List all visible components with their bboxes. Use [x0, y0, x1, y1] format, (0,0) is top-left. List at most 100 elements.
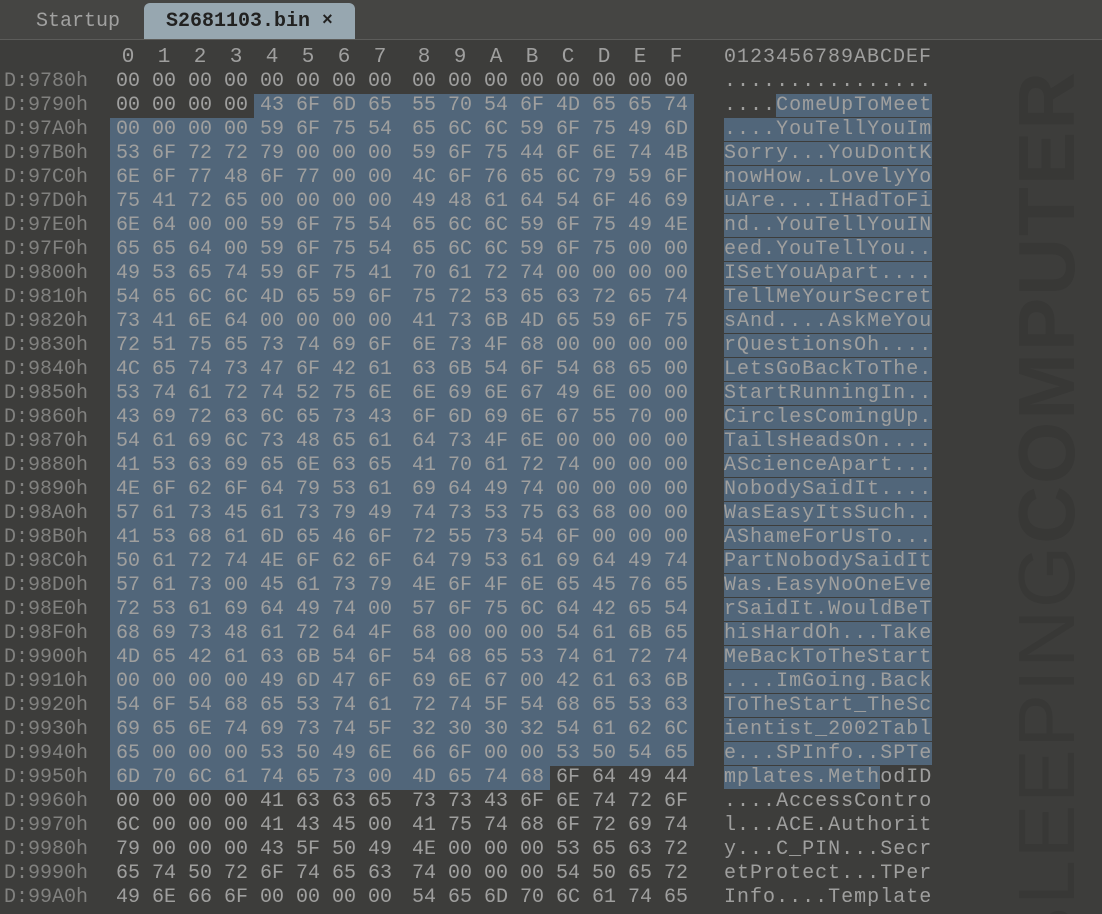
hex-byte[interactable]: 6F	[146, 694, 182, 718]
hex-row[interactable]: D:9830h725175657374696F6E734F6800000000r…	[0, 334, 1102, 358]
hex-byte[interactable]: 6E	[182, 718, 218, 742]
hex-byte[interactable]: 75	[478, 142, 514, 166]
hex-byte[interactable]: 6F	[658, 790, 694, 814]
hex-byte[interactable]: 42	[326, 358, 362, 382]
hex-byte[interactable]: 79	[290, 478, 326, 502]
hex-byte[interactable]: 69	[254, 718, 290, 742]
hex-byte[interactable]: 49	[110, 262, 146, 286]
hex-byte[interactable]: 6D	[254, 526, 290, 550]
hex-byte[interactable]: 6B	[658, 670, 694, 694]
hex-byte[interactable]: 48	[290, 430, 326, 454]
hex-byte[interactable]: 72	[622, 790, 658, 814]
hex-byte[interactable]: 6F	[362, 334, 398, 358]
hex-byte[interactable]: 61	[182, 382, 218, 406]
hex-row[interactable]: D:9900h4D654261636B546F5468655374617274M…	[0, 646, 1102, 670]
hex-byte[interactable]: 55	[586, 406, 622, 430]
hex-byte[interactable]: 6F	[146, 142, 182, 166]
hex-byte[interactable]: 65	[218, 190, 254, 214]
hex-byte[interactable]: 00	[182, 838, 218, 862]
hex-byte[interactable]: 72	[658, 862, 694, 886]
hex-byte[interactable]: 43	[254, 94, 290, 118]
hex-byte[interactable]: 00	[218, 118, 254, 142]
hex-byte[interactable]: 64	[182, 238, 218, 262]
tab-active-file[interactable]: S2681103.bin ×	[144, 3, 355, 39]
hex-byte[interactable]: 54	[406, 646, 442, 670]
hex-byte[interactable]: 67	[514, 382, 550, 406]
hex-row[interactable]: D:9920h546F54686553746172745F5468655363T…	[0, 694, 1102, 718]
hex-byte[interactable]: 00	[514, 742, 550, 766]
hex-byte[interactable]: 00	[110, 94, 146, 118]
hex-byte[interactable]: 00	[622, 526, 658, 550]
hex-byte[interactable]: 49	[326, 742, 362, 766]
hex-byte[interactable]: 6F	[586, 190, 622, 214]
hex-byte[interactable]: 75	[586, 118, 622, 142]
hex-byte[interactable]: 74	[658, 286, 694, 310]
hex-byte[interactable]: 54	[110, 694, 146, 718]
hex-byte[interactable]: 65	[406, 118, 442, 142]
hex-byte[interactable]: 6B	[442, 358, 478, 382]
hex-byte[interactable]: 61	[146, 550, 182, 574]
hex-byte[interactable]: 64	[406, 550, 442, 574]
hex-byte[interactable]: 68	[406, 622, 442, 646]
hex-byte[interactable]: 45	[326, 814, 362, 838]
hex-byte[interactable]: 65	[146, 358, 182, 382]
hex-byte[interactable]: 79	[110, 838, 146, 862]
hex-byte[interactable]: 00	[622, 382, 658, 406]
hex-byte[interactable]: 43	[478, 790, 514, 814]
hex-byte[interactable]: 79	[326, 502, 362, 526]
hex-byte[interactable]: 6E	[110, 166, 146, 190]
hex-byte[interactable]: 49	[362, 838, 398, 862]
hex-byte[interactable]: 30	[442, 718, 478, 742]
hex-byte[interactable]: 00	[658, 382, 694, 406]
hex-byte[interactable]: 6F	[550, 526, 586, 550]
hex-byte[interactable]: 72	[218, 382, 254, 406]
hex-byte[interactable]: 4E	[110, 478, 146, 502]
hex-byte[interactable]: 57	[406, 598, 442, 622]
hex-byte[interactable]: 65	[362, 454, 398, 478]
hex-byte[interactable]: 65	[326, 430, 362, 454]
hex-byte[interactable]: 72	[586, 814, 622, 838]
hex-byte[interactable]: 00	[146, 670, 182, 694]
hex-byte[interactable]: 69	[478, 406, 514, 430]
hex-byte[interactable]: 6F	[290, 550, 326, 574]
hex-byte[interactable]: 54	[326, 646, 362, 670]
hex-byte[interactable]: 75	[326, 118, 362, 142]
ascii-cell[interactable]: LetsGoBackToThe.	[724, 358, 934, 382]
hex-byte[interactable]: 64	[406, 430, 442, 454]
hex-byte[interactable]: 73	[406, 790, 442, 814]
hex-byte[interactable]: 6C	[478, 238, 514, 262]
hex-byte[interactable]: 65	[586, 94, 622, 118]
hex-byte[interactable]: 6E	[362, 382, 398, 406]
hex-row[interactable]: D:98E0h7253616964497400576F756C64426554r…	[0, 598, 1102, 622]
hex-byte[interactable]: 00	[146, 742, 182, 766]
hex-byte[interactable]: 69	[550, 550, 586, 574]
hex-byte[interactable]: 73	[442, 502, 478, 526]
hex-byte[interactable]: 00	[658, 406, 694, 430]
hex-byte[interactable]: 6F	[290, 238, 326, 262]
hex-row[interactable]: D:9910h00000000496D476F696E67004261636B.…	[0, 670, 1102, 694]
hex-byte[interactable]: 00	[586, 334, 622, 358]
hex-byte[interactable]: 00	[110, 70, 146, 94]
hex-byte[interactable]: 6F	[550, 118, 586, 142]
hex-row[interactable]: D:97F0h65656400596F7554656C6C596F750000e…	[0, 238, 1102, 262]
hex-byte[interactable]: 72	[218, 142, 254, 166]
hex-row[interactable]: D:9990h657450726F7465637400000054506572e…	[0, 862, 1102, 886]
hex-byte[interactable]: 00	[218, 70, 254, 94]
hex-byte[interactable]: 65	[362, 94, 398, 118]
hex-byte[interactable]: 53	[550, 838, 586, 862]
hex-byte[interactable]: 65	[182, 262, 218, 286]
hex-byte[interactable]: 61	[146, 430, 182, 454]
hex-byte[interactable]: 00	[658, 262, 694, 286]
hex-byte[interactable]: 00	[478, 70, 514, 94]
ascii-cell[interactable]: Was.EasyNoOneEve	[724, 574, 934, 598]
hex-byte[interactable]: 69	[326, 334, 362, 358]
hex-byte[interactable]: 00	[254, 70, 290, 94]
hex-byte[interactable]: 75	[514, 502, 550, 526]
hex-byte[interactable]: 00	[254, 310, 290, 334]
hex-byte[interactable]: 00	[146, 94, 182, 118]
hex-byte[interactable]: 54	[622, 742, 658, 766]
hex-byte[interactable]: 61	[442, 262, 478, 286]
hex-byte[interactable]: 69	[658, 190, 694, 214]
hex-row[interactable]: D:9850h537461727452756E6E696E67496E0000S…	[0, 382, 1102, 406]
hex-byte[interactable]: 61	[146, 502, 182, 526]
